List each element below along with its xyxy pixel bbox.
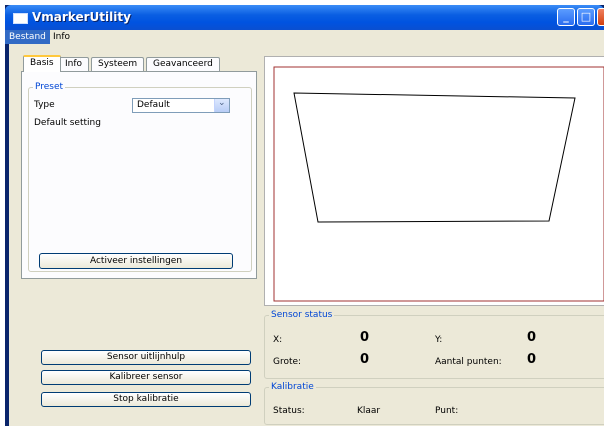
preset-description: Default setting	[34, 118, 101, 128]
activate-settings-button[interactable]: Activeer instellingen	[39, 253, 233, 269]
tab-geavanceerd[interactable]: Geavanceerd	[146, 57, 220, 71]
x-value: 0	[360, 330, 370, 345]
status-label: Status:	[273, 406, 305, 416]
maximize-icon[interactable]: □	[577, 8, 595, 26]
preset-group: Preset Type Default ⌄ Default setting Ac…	[28, 82, 252, 272]
sensor-align-button[interactable]: Sensor uitlijnhulp	[41, 350, 251, 365]
calibration-group: Kalibratie Status: Klaar Punt:	[264, 382, 604, 425]
sensor-status-label: Sensor status	[271, 310, 333, 320]
chevron-down-icon[interactable]: ⌄	[214, 98, 229, 112]
left-panel: Basis Info Systeem Geavanceerd Preset Ty…	[9, 44, 259, 426]
type-select-value: Default	[137, 100, 170, 110]
window-title: VmarkerUtility	[32, 10, 131, 24]
menu-bestand[interactable]: Bestand	[5, 30, 50, 44]
menu-bar: Bestand Info	[5, 30, 604, 44]
type-label: Type	[34, 100, 55, 110]
calibrate-sensor-button[interactable]: Kalibreer sensor	[41, 370, 251, 385]
x-label: X:	[273, 335, 283, 345]
title-bar[interactable]: VmarkerUtility _ □	[5, 5, 604, 30]
stop-calibration-button[interactable]: Stop kalibratie	[41, 392, 251, 407]
preset-group-label: Preset	[35, 82, 64, 92]
size-label: Grote:	[273, 357, 302, 367]
tab-panel-basis: Preset Type Default ⌄ Default setting Ac…	[21, 71, 257, 279]
app-icon	[13, 13, 28, 24]
sensor-status-group: Sensor status X: 0 Y: 0 Grote: 0 Aantal …	[264, 310, 604, 379]
y-label: Y:	[435, 335, 443, 345]
points-value: 0	[527, 352, 537, 367]
client-area: Basis Info Systeem Geavanceerd Preset Ty…	[9, 44, 604, 426]
tab-info[interactable]: Info	[58, 57, 90, 71]
size-value: 0	[360, 352, 370, 367]
tab-systeem[interactable]: Systeem	[91, 57, 145, 71]
type-select[interactable]: Default ⌄	[132, 98, 230, 113]
status-value: Klaar	[357, 406, 381, 416]
calibration-group-label: Kalibratie	[271, 382, 314, 392]
y-value: 0	[527, 330, 537, 345]
calibration-canvas	[273, 66, 604, 302]
minimize-icon[interactable]: _	[557, 8, 575, 26]
menu-info[interactable]: Info	[49, 30, 74, 44]
canvas-border	[273, 66, 604, 302]
calibration-canvas-frame	[264, 56, 604, 306]
point-label: Punt:	[435, 406, 459, 416]
points-label: Aantal punten:	[435, 357, 502, 367]
right-panel: Sensor status X: 0 Y: 0 Grote: 0 Aantal …	[264, 44, 604, 426]
app-window: VmarkerUtility _ □ Bestand Info Basis In…	[5, 5, 604, 426]
tab-basis[interactable]: Basis	[23, 55, 61, 72]
close-icon[interactable]	[597, 8, 604, 26]
